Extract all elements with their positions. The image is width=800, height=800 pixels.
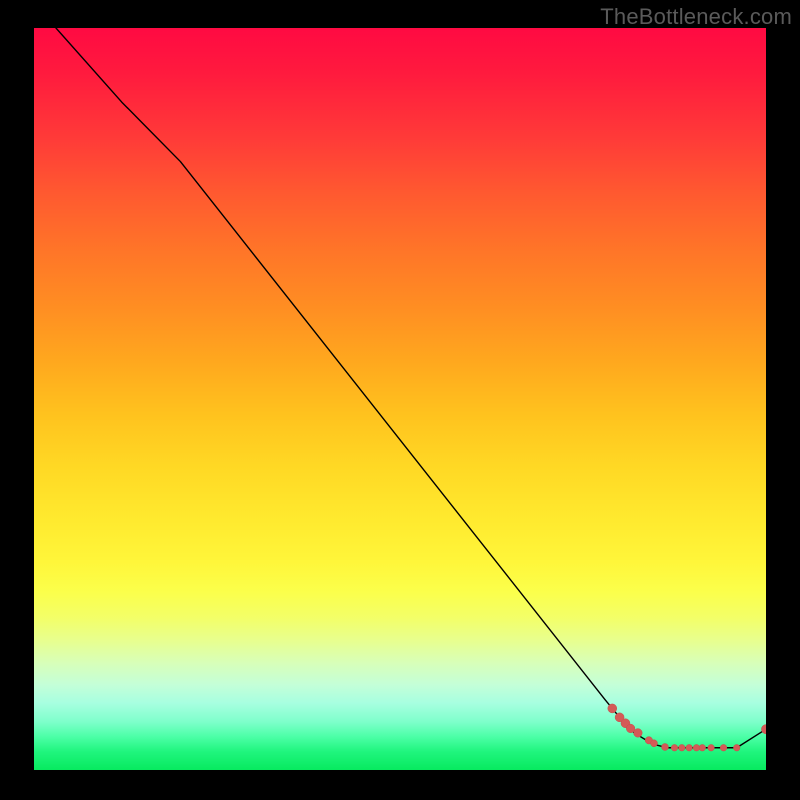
watermark-text: TheBottleneck.com bbox=[600, 4, 792, 30]
data-point bbox=[679, 744, 686, 751]
data-point bbox=[608, 704, 617, 713]
chart-svg bbox=[34, 28, 766, 770]
bottleneck-curve bbox=[56, 28, 766, 748]
chart-frame: TheBottleneck.com bbox=[0, 0, 800, 800]
data-point bbox=[720, 744, 727, 751]
data-point bbox=[686, 744, 693, 751]
data-point bbox=[634, 729, 643, 738]
data-point bbox=[671, 744, 678, 751]
plot-area bbox=[34, 28, 766, 770]
data-point bbox=[699, 744, 706, 751]
data-point bbox=[651, 740, 658, 747]
data-point bbox=[661, 744, 668, 751]
data-point bbox=[733, 744, 740, 751]
data-point bbox=[708, 744, 715, 751]
